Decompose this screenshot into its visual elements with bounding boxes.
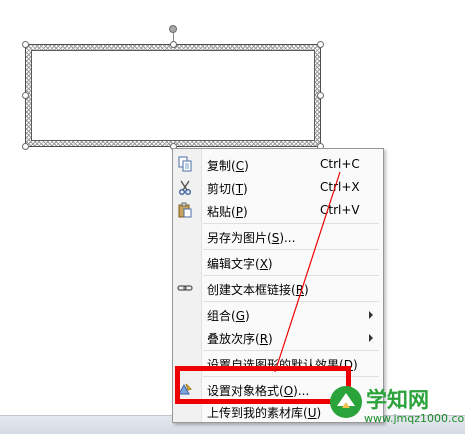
menu-item-label: 创建文本框链接(R) [207, 283, 309, 297]
text-box[interactable] [25, 44, 321, 147]
menu-separator [203, 223, 379, 224]
menu-separator [203, 350, 379, 351]
menu-item-order[interactable]: 叠放次序(R) [173, 326, 383, 348]
menu-item-label: 剪切(T) [207, 182, 248, 196]
resize-handle-top[interactable] [170, 41, 177, 48]
menu-item-group[interactable]: 组合(G) [173, 303, 383, 325]
menu-item-shortcut: Ctrl+X [320, 180, 360, 194]
menu-item-label: 组合(G) [207, 309, 250, 323]
resize-handle-right[interactable] [317, 92, 324, 99]
menu-item-create-text-box-link[interactable]: 创建文本框链接(R) [173, 277, 383, 299]
paste-icon [177, 202, 193, 218]
resize-handle-left[interactable] [22, 92, 29, 99]
watermark-logo-icon [330, 386, 362, 418]
menu-separator [203, 249, 379, 250]
menu-item-edit-text[interactable]: 编辑文字(X) [173, 251, 383, 273]
menu-item-cut[interactable]: 剪切(T) Ctrl+X [173, 176, 383, 198]
submenu-arrow-icon [369, 311, 373, 319]
link-icon [177, 280, 193, 296]
text-box-content[interactable] [31, 50, 315, 141]
watermark-url: www.jmqz1000.com [364, 412, 465, 425]
menu-item-label: 另存为图片(S)... [207, 231, 296, 245]
submenu-arrow-icon [369, 334, 373, 342]
menu-item-save-as-picture[interactable]: 另存为图片(S)... [173, 225, 383, 247]
menu-item-shortcut: Ctrl+C [320, 157, 360, 171]
watermark-title: 学知网 [366, 388, 429, 412]
menu-separator [203, 301, 379, 302]
resize-handle-bottom-left[interactable] [22, 143, 29, 150]
menu-item-label: 上传到我的素材库(U) [207, 406, 322, 420]
copy-icon [177, 156, 193, 172]
resize-handle-top-left[interactable] [22, 41, 29, 48]
menu-item-shortcut: Ctrl+V [320, 203, 360, 217]
menu-item-label: 叠放次序(R) [207, 332, 273, 346]
menu-item-copy[interactable]: 复制(C) Ctrl+C [173, 153, 383, 175]
rotation-handle[interactable] [169, 25, 177, 33]
menu-item-label: 复制(C) [207, 159, 249, 173]
scissors-icon [177, 179, 193, 195]
menu-item-label: 粘贴(P) [207, 205, 248, 219]
menu-item-paste[interactable]: 粘贴(P) Ctrl+V [173, 199, 383, 221]
menu-separator [203, 275, 379, 276]
resize-handle-top-right[interactable] [317, 41, 324, 48]
watermark: 学知网 www.jmqz1000.com [322, 380, 465, 433]
menu-item-label: 编辑文字(X) [207, 257, 273, 271]
